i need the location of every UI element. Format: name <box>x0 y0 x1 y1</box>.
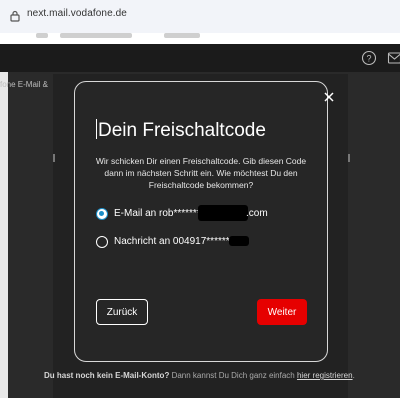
register-hint: Du hast noch kein E-Mail-Konto? Dann kan… <box>44 371 355 380</box>
option-email-label[interactable]: E-Mail an rob******* <box>114 208 201 219</box>
option-sms-prefix: Nachricht an 004917****** <box>114 236 230 247</box>
url-text[interactable]: next.mail.vodafone.de <box>27 8 127 19</box>
option-email-prefix: E-Mail an rob******* <box>114 208 201 219</box>
mail-icon[interactable] <box>387 50 400 66</box>
side-panel-edge <box>0 72 8 398</box>
back-button[interactable]: Zurück <box>96 299 148 325</box>
close-icon[interactable] <box>322 90 336 104</box>
page-top-strip <box>0 33 400 44</box>
site-info-icon[interactable] <box>8 9 22 23</box>
dialog-description: Wir schicken Dir einen Freischaltcode. G… <box>95 156 307 190</box>
cut-off-text <box>164 33 200 38</box>
side-label: fone E-Mail & <box>0 80 49 89</box>
redaction <box>198 205 248 221</box>
option-sms-label[interactable]: Nachricht an 004917****** <box>114 236 230 247</box>
option-email-suffix: .com <box>246 208 268 219</box>
browser-address-bar[interactable]: next.mail.vodafone.de <box>0 0 400 33</box>
dialog-title-text: Dein Freischaltcode <box>98 120 266 141</box>
text-cursor <box>96 119 97 139</box>
register-hint-bold: Du hast noch kein E-Mail-Konto? <box>44 371 170 380</box>
register-hint-text: Dann kannst Du Dich ganz einfach <box>169 371 297 380</box>
next-button[interactable]: Weiter <box>257 299 307 325</box>
redaction <box>229 236 249 246</box>
radio-email[interactable] <box>96 208 108 220</box>
background-divider <box>348 154 350 162</box>
register-hint-end: . <box>352 371 355 380</box>
dialog-title: Dein Freischaltcode <box>96 119 266 142</box>
register-link[interactable]: hier registrieren <box>297 371 353 380</box>
help-icon[interactable]: ? <box>361 50 377 66</box>
cut-off-text <box>60 33 132 38</box>
svg-text:?: ? <box>366 54 371 64</box>
radio-sms[interactable] <box>96 236 108 248</box>
cut-off-text <box>36 33 48 38</box>
app-header: ? <box>0 44 400 72</box>
background-divider <box>53 154 55 162</box>
